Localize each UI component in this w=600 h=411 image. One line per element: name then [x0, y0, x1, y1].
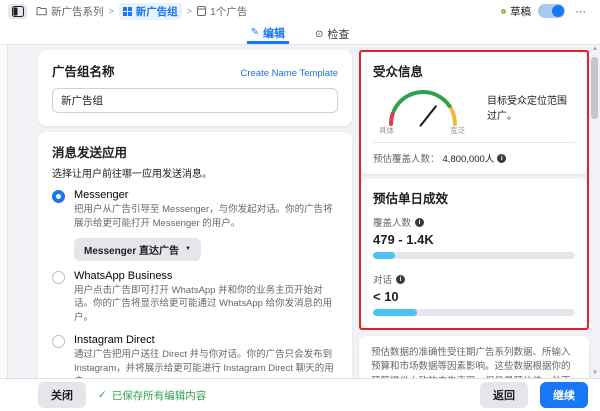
toggle-knob	[552, 5, 564, 17]
info-icon[interactable]	[497, 154, 506, 163]
metric-conversations-bar	[373, 309, 575, 316]
saved-status-label: 已保存所有编辑内容	[112, 388, 207, 403]
tab-edit-label: 编辑	[263, 25, 285, 41]
folder-icon	[36, 6, 47, 16]
breadcrumb: 新广告系列 > 新广告组 > 1个广告	[8, 3, 247, 20]
gauge-needle-icon	[421, 106, 436, 125]
draft-toggle[interactable]	[538, 4, 565, 18]
saved-status: ✓ 已保存所有编辑内容	[98, 388, 206, 403]
scroll-down-icon[interactable]: ▼	[592, 370, 598, 376]
highlight-red-box: 受众信息 具体 宽泛 目标受众定位范围过广。	[359, 50, 589, 330]
topbar-right: 草稿 ⋯	[501, 4, 590, 19]
tab-review-label: 检查	[327, 26, 349, 42]
breadcrumb-adset[interactable]: 新广告组	[119, 3, 182, 20]
breadcrumb-adset-label: 新广告组	[136, 4, 178, 19]
messaging-apps-title: 消息发送应用	[52, 142, 338, 161]
radio-messenger[interactable]	[52, 190, 65, 203]
grid-icon	[123, 7, 132, 16]
tab-review[interactable]: ⊙ 检查	[311, 22, 353, 44]
adset-name-title: 广告组名称	[52, 61, 115, 80]
breadcrumb-campaign-label: 新广告系列	[51, 4, 104, 19]
estimated-reach-row: 预估覆盖人数： 4,800,000人	[373, 142, 575, 174]
metric-reach-value: 479 - 1.4K	[373, 232, 575, 247]
continue-button[interactable]: 继续	[540, 382, 588, 408]
reach-value: 4,800,000人	[443, 151, 495, 165]
info-icon[interactable]	[396, 275, 405, 284]
metric-reach-bar	[373, 252, 575, 259]
sidebar-toggle-button[interactable]	[8, 4, 27, 19]
messaging-apps-subtitle: 选择让用户前往哪一应用发送消息。	[52, 165, 338, 180]
option-instagram-label: Instagram Direct	[74, 334, 338, 346]
top-bar: 新广告系列 > 新广告组 > 1个广告 草稿 ⋯	[0, 0, 600, 22]
chevron-down-icon: ▼	[185, 246, 191, 252]
audience-title: 受众信息	[373, 61, 575, 80]
option-messenger[interactable]: Messenger 把用户从广告引导至 Messenger，与你发起对话。你的广…	[52, 189, 338, 261]
scroll-up-icon[interactable]: ▲	[592, 46, 598, 52]
check-icon: ✓	[98, 389, 107, 401]
tab-bar: ✎ 编辑 ⊙ 检查	[0, 22, 600, 45]
pencil-icon: ✎	[251, 27, 259, 38]
disclaimer-text: 预估数据的准确性受往期广告系列数据、所输入预算和市场数据等因素影响。这些数据根据…	[371, 346, 577, 378]
footer-bar: 关闭 ✓ 已保存所有编辑内容 返回 继续	[0, 378, 600, 411]
create-name-template-link[interactable]: Create Name Template	[240, 68, 338, 79]
scrollbar-thumb[interactable]	[591, 57, 598, 119]
metric-conversations-bar-fill	[373, 309, 417, 316]
adset-name-input[interactable]	[52, 88, 338, 113]
gauge-label-specific: 具体	[379, 125, 394, 136]
edit-column: 广告组名称 Create Name Template 消息发送应用 选择让用户前…	[38, 50, 352, 378]
page-icon	[197, 6, 206, 16]
option-instagram[interactable]: Instagram Direct 通过广告把用户送往 Direct 并与你对话。…	[52, 334, 338, 378]
info-icon[interactable]	[415, 218, 424, 227]
radio-instagram[interactable]	[52, 335, 65, 348]
gauge-arc-icon	[373, 84, 473, 128]
radio-whatsapp[interactable]	[52, 271, 65, 284]
option-instagram-desc: 通过广告把用户送往 Direct 并与你对话。你的广告只会发布到 Instagr…	[74, 348, 338, 378]
reach-label: 预估覆盖人数：	[373, 151, 440, 165]
more-options-button[interactable]: ⋯	[572, 5, 590, 18]
disclaimer-card: 预估数据的准确性受往期广告系列数据、所输入预算和市场数据等因素影响。这些数据根据…	[359, 336, 589, 378]
close-button[interactable]: 关闭	[38, 382, 86, 408]
collapsed-nav-rail	[0, 45, 8, 378]
messenger-ads-dropdown-label: Messenger 直达广告	[84, 242, 179, 257]
daily-results-title: 预估单日成效	[373, 188, 575, 207]
chevron-separator-icon: >	[187, 6, 192, 16]
option-whatsapp-desc: 用户点击广告即可打开 WhatsApp 并和你的业务主页开始对话。你的广告将显示…	[74, 284, 338, 325]
adset-name-card: 广告组名称 Create Name Template	[38, 50, 352, 126]
messaging-apps-card: 消息发送应用 选择让用户前往哪一应用发送消息。 Messenger 把用户从广告…	[38, 132, 352, 378]
option-whatsapp[interactable]: WhatsApp Business 用户点击广告即可打开 WhatsApp 并和…	[52, 270, 338, 325]
audience-card: 受众信息 具体 宽泛 目标受众定位范围过广。	[361, 52, 587, 174]
audience-note: 目标受众定位范围过广。	[487, 94, 575, 136]
gauge-label-broad: 宽泛	[450, 125, 465, 136]
metric-conversations-label: 对话	[373, 272, 392, 286]
metric-conversations: 对话 < 10	[373, 272, 575, 316]
tab-edit[interactable]: ✎ 编辑	[247, 22, 289, 44]
draft-status-dot-icon	[501, 9, 506, 14]
breadcrumb-campaign[interactable]: 新广告系列	[36, 4, 104, 19]
messenger-ads-dropdown[interactable]: Messenger 直达广告 ▼	[74, 238, 201, 261]
metric-reach: 覆盖人数 479 - 1.4K	[373, 215, 575, 259]
draft-label: 草稿	[510, 4, 531, 19]
daily-results-card: 预估单日成效 覆盖人数 479 - 1.4K 对话 < 10	[361, 179, 587, 328]
option-messenger-desc: 把用户从广告引导至 Messenger，与你发起对话。你的广告将展示给更可能打开…	[74, 203, 338, 231]
chevron-separator-icon: >	[109, 6, 114, 16]
metric-reach-label: 覆盖人数	[373, 215, 411, 229]
metric-conversations-value: < 10	[373, 289, 575, 304]
estimates-column: 受众信息 具体 宽泛 目标受众定位范围过广。	[359, 50, 589, 378]
audience-gauge: 具体 宽泛	[373, 84, 473, 136]
scrollbar[interactable]: ▲ ▼	[589, 45, 599, 378]
main-content: 广告组名称 Create Name Template 消息发送应用 选择让用户前…	[0, 45, 600, 378]
back-button[interactable]: 返回	[480, 382, 528, 408]
metric-reach-bar-fill	[373, 252, 395, 259]
option-messenger-label: Messenger	[74, 189, 338, 201]
breadcrumb-ad[interactable]: 1个广告	[197, 4, 247, 19]
inspect-icon: ⊙	[315, 29, 323, 40]
option-whatsapp-label: WhatsApp Business	[74, 270, 338, 282]
draft-status: 草稿	[501, 4, 531, 19]
panel-layout-icon	[12, 6, 24, 17]
breadcrumb-ad-label: 1个广告	[210, 4, 247, 19]
